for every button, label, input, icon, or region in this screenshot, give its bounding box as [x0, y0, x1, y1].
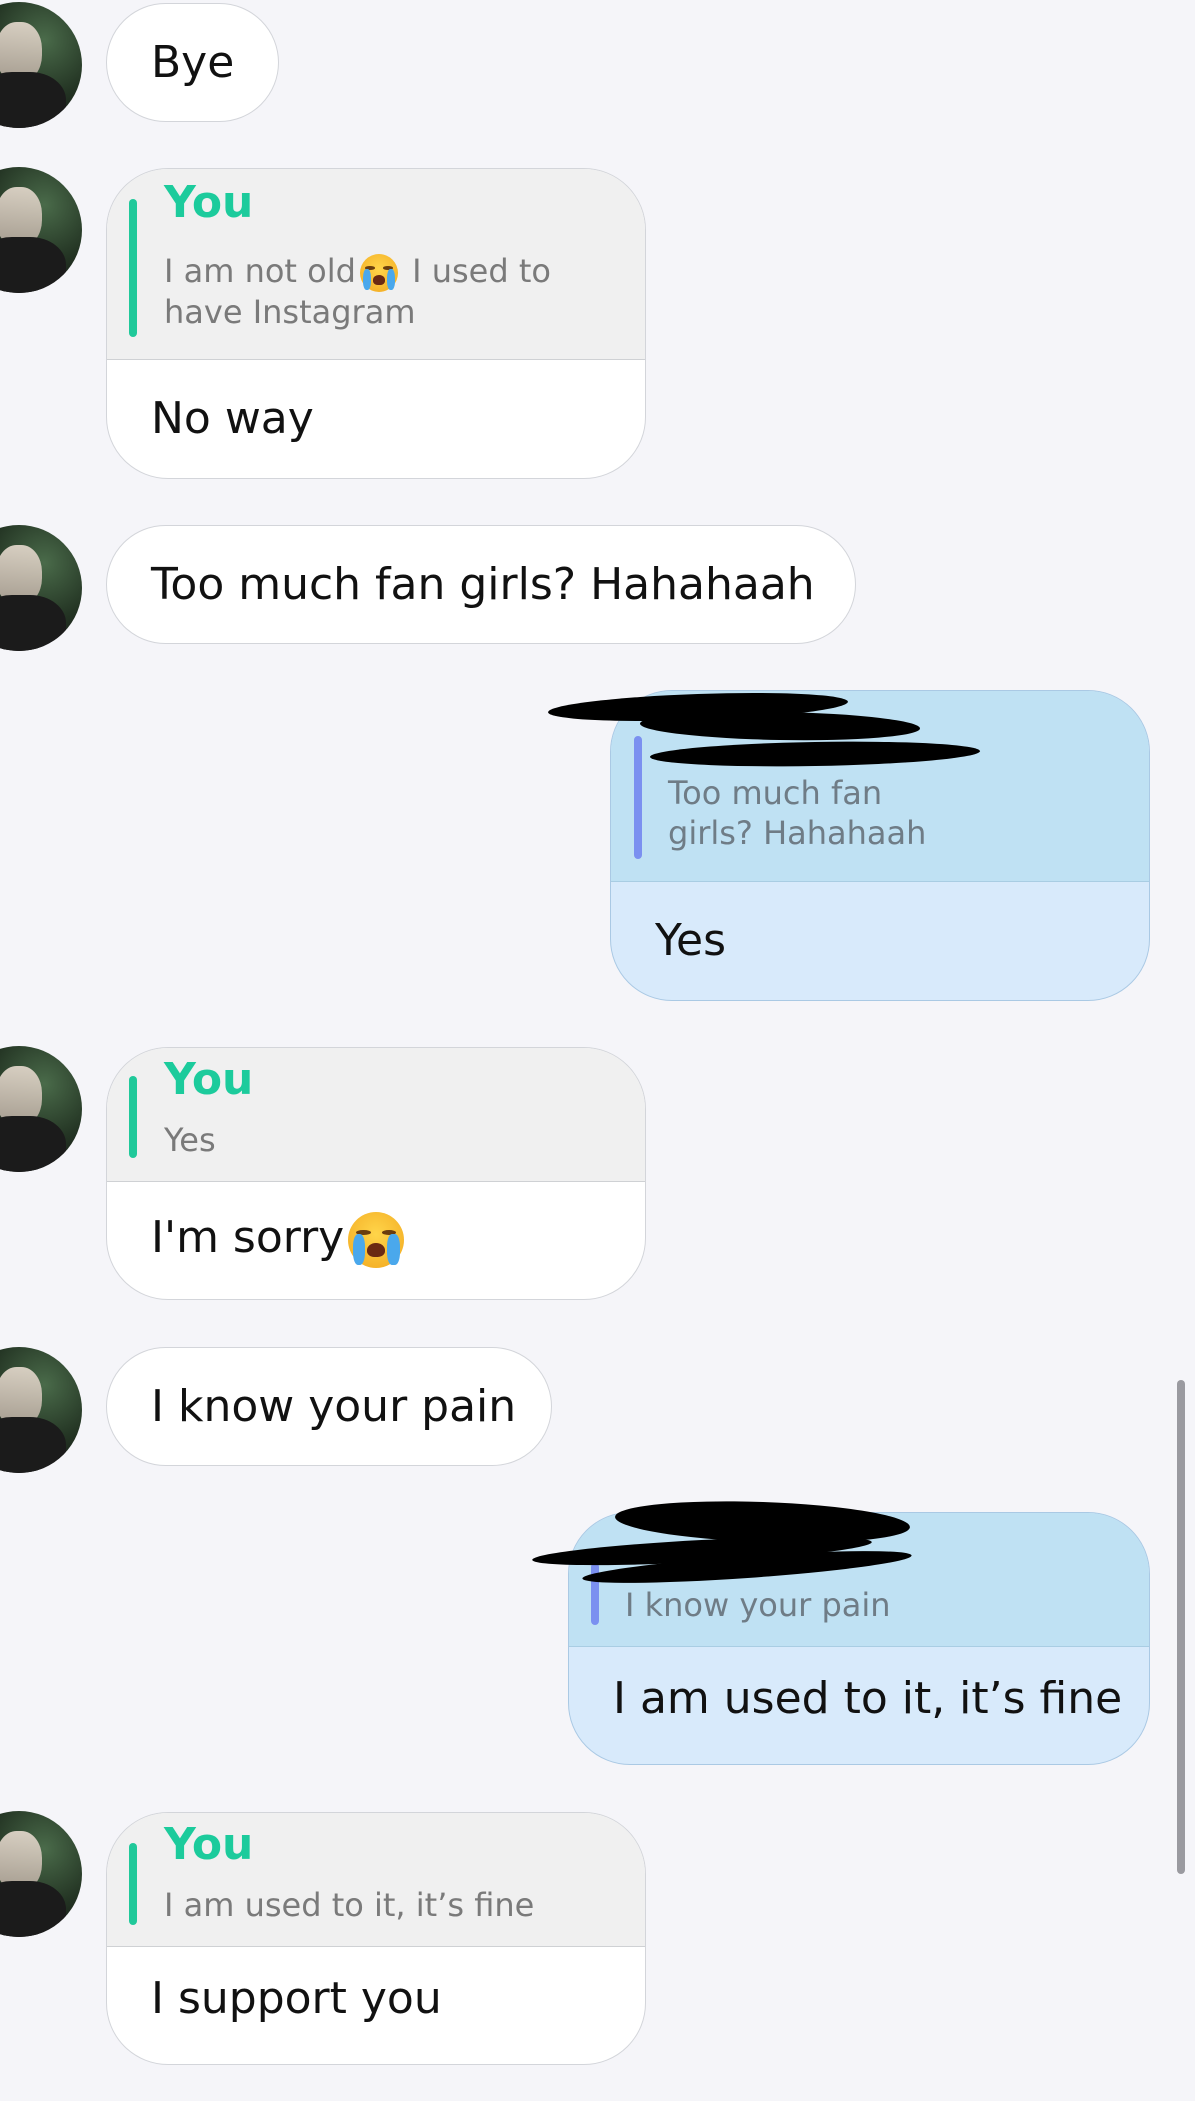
reply-message-bubble[interactable]: You Yes I'm sorry: [106, 1047, 646, 1300]
quote-bar: [634, 736, 642, 859]
quoted-message[interactable]: You I am not old I used to have Instagra…: [107, 169, 645, 360]
quote-bar: [129, 1843, 137, 1925]
crying-emoji-icon: [359, 254, 398, 292]
message-text: I support you: [151, 1973, 442, 2024]
quoted-text: I am used to it, it’s fine: [164, 1886, 535, 1924]
message-text: Yes: [655, 915, 727, 966]
quoted-message[interactable]: You Yes: [107, 1048, 645, 1182]
scrollbar[interactable]: [1177, 1380, 1185, 1874]
avatar[interactable]: [0, 525, 82, 651]
avatar[interactable]: [0, 2, 82, 128]
quoted-text: Too much fan girls? Hahahaah: [668, 774, 927, 852]
message-text: Too much fan girls? Hahahaah: [151, 558, 815, 610]
quoted-sender-name: You: [164, 177, 254, 228]
message-text: No way: [151, 393, 314, 444]
message-text: I'm sorry: [151, 1212, 408, 1268]
message-text: I know your pain: [151, 1380, 517, 1432]
avatar[interactable]: [0, 167, 82, 293]
message-text: I am used to it, it’s fine: [613, 1673, 1123, 1724]
message-bubble[interactable]: I know your pain: [106, 1347, 552, 1466]
quoted-text: I know your pain: [625, 1586, 891, 1624]
quoted-sender-name: You: [164, 1819, 254, 1870]
quote-bar: [129, 1076, 137, 1158]
quote-bar: [129, 199, 137, 337]
quoted-text: Yes: [164, 1121, 216, 1159]
quoted-text: I am not old I used to have Instagram: [164, 252, 551, 331]
quoted-sender-name: You: [164, 1054, 254, 1105]
message-text: Bye: [151, 36, 235, 88]
avatar[interactable]: [0, 1046, 82, 1172]
avatar[interactable]: [0, 1811, 82, 1937]
crying-emoji-icon: [348, 1212, 405, 1268]
reply-message-bubble[interactable]: You I am used to it, it’s fine I support…: [106, 1812, 646, 2065]
quoted-message[interactable]: You I am used to it, it’s fine: [107, 1813, 645, 1947]
reply-message-bubble[interactable]: You I am not old I used to have Instagra…: [106, 168, 646, 479]
avatar[interactable]: [0, 1347, 82, 1473]
message-bubble[interactable]: Bye: [106, 3, 279, 122]
message-bubble[interactable]: Too much fan girls? Hahahaah: [106, 525, 856, 644]
